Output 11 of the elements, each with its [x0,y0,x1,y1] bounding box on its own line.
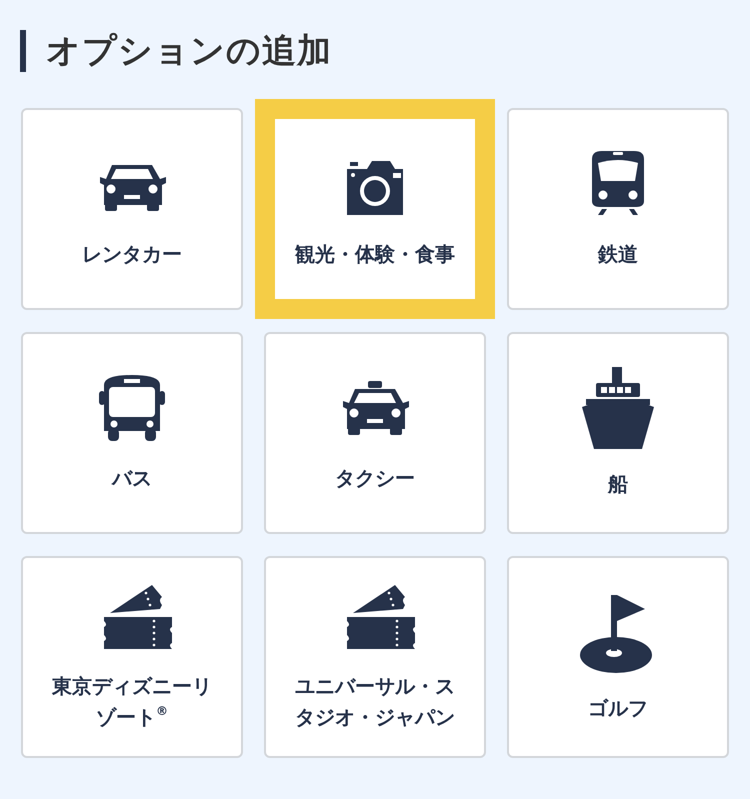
option-card[interactable]: ゴルフ [507,556,729,758]
option-card[interactable]: ユニバーサル・スタジオ・ジャパン [264,556,486,758]
accent-bar [20,30,26,72]
option-card[interactable]: タクシー [264,332,486,534]
option-card[interactable]: バス [21,332,243,534]
section-title: オプションの追加 [46,30,332,73]
option-card[interactable]: 鉄道 [507,108,729,310]
option-card[interactable]: 観光・体験・食事 [255,99,495,319]
option-card[interactable]: レンタカー [21,108,243,310]
option-card[interactable]: 東京ディズニーリゾート$^{®}$ [21,556,243,758]
option-card[interactable]: 船 [507,332,729,534]
